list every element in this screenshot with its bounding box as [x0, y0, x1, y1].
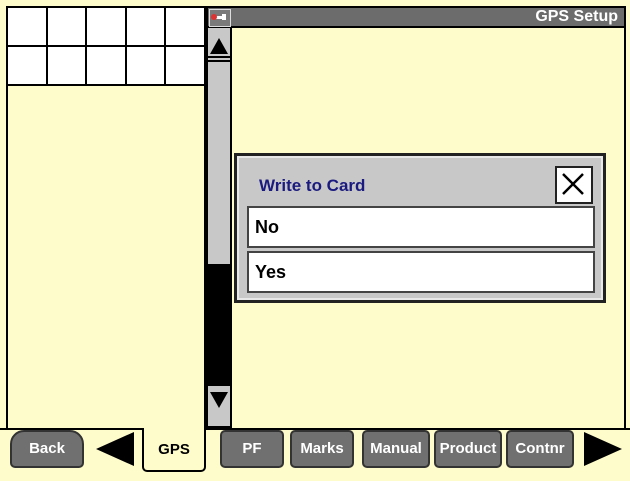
grid-cell: [87, 8, 127, 47]
grid-cell: [47, 47, 88, 86]
tab-marks[interactable]: Marks: [290, 430, 354, 468]
tab-product[interactable]: Product: [434, 430, 502, 468]
write-to-card-dialog: Write to Card No Yes: [234, 153, 606, 303]
arrow-down-icon[interactable]: [208, 384, 230, 414]
grid-cell: [47, 8, 88, 47]
wrench-icon[interactable]: [209, 9, 231, 27]
tab-pf[interactable]: PF: [220, 430, 284, 468]
tab-contnr[interactable]: Contnr: [506, 430, 574, 468]
grid-cell: [8, 47, 48, 86]
scroll-divider: [208, 60, 230, 62]
tab-manual[interactable]: Manual: [362, 430, 430, 468]
dialog-title: Write to Card: [259, 176, 366, 195]
left-pane: [6, 86, 206, 428]
option-yes-button[interactable]: Yes: [247, 251, 595, 293]
grid-cell: [166, 47, 206, 86]
header-grid: [6, 6, 206, 86]
scroll-thumb[interactable]: [208, 264, 230, 384]
arrow-left-icon[interactable]: [92, 430, 138, 468]
option-no-button[interactable]: No: [247, 206, 595, 248]
grid-cell: [87, 47, 127, 86]
arrow-up-icon[interactable]: [208, 34, 230, 58]
grid-cell: [126, 47, 167, 86]
grid-cell: [126, 8, 167, 47]
grid-cell: [166, 8, 206, 47]
close-icon[interactable]: [555, 166, 593, 204]
arrow-right-icon[interactable]: [580, 430, 626, 468]
back-button[interactable]: Back: [10, 430, 84, 468]
tab-gps[interactable]: GPS: [142, 428, 206, 472]
scrollbar[interactable]: [206, 28, 232, 428]
page-title: GPS Setup: [535, 8, 618, 25]
title-bar: GPS Setup: [206, 6, 626, 28]
grid-cell: [8, 8, 48, 47]
